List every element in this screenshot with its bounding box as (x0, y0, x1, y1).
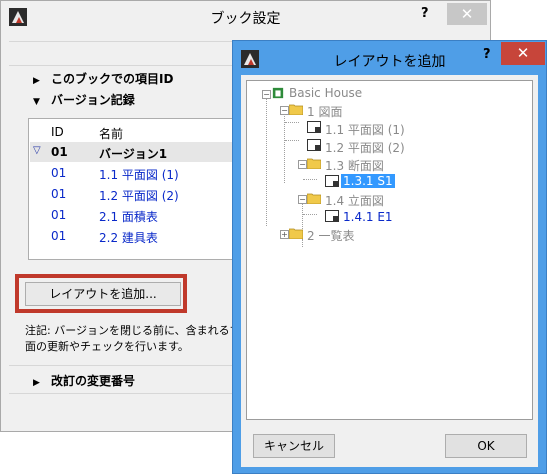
table-row-name[interactable]: 2.1 面積表 (99, 208, 158, 225)
tree-connector (285, 122, 299, 123)
ok-button[interactable]: OK (445, 434, 527, 458)
group-row-id: 01 (51, 145, 68, 159)
layout-icon (325, 210, 339, 222)
section-item-id[interactable]: ▶ このブックでの項目ID (33, 70, 173, 87)
tree-connector (285, 140, 299, 141)
column-header-id[interactable]: ID (51, 125, 64, 139)
note-text: 面の更新やチェックを行います。 (25, 340, 189, 353)
tree-connector (303, 214, 317, 215)
folder-icon (307, 158, 321, 169)
table-row-id: 01 (51, 187, 67, 201)
folder-icon (307, 193, 321, 204)
table-row-name[interactable]: 1.1 平面図 (1) (99, 166, 179, 183)
tree-connector (302, 239, 303, 247)
tree-node-layout[interactable]: 1.2 平面図 (2) (325, 139, 405, 156)
group-collapse-icon[interactable]: ▽ (33, 145, 41, 156)
highlight-box (15, 274, 187, 313)
layout-icon (325, 175, 339, 187)
window-title: ブック設定 (210, 11, 281, 27)
table-row-name[interactable]: 2.2 建具表 (99, 229, 158, 246)
section-version-history[interactable]: ▼ バージョン記録 (33, 91, 135, 108)
expand-toggle-icon[interactable]: + (280, 230, 289, 239)
tree-node-folder[interactable]: 1.4 立面図 (325, 192, 384, 209)
table-row-id: 01 (51, 229, 67, 243)
tree-node-root[interactable]: Basic House (289, 86, 362, 100)
collapse-toggle-icon[interactable]: − (298, 160, 307, 169)
help-button[interactable]: ? (421, 6, 429, 21)
expand-arrow-icon: ▶ (33, 76, 40, 86)
dialog-body: − Basic House − 1 図面 1.1 平面図 (1) 1.2 平面図… (241, 75, 538, 467)
help-button[interactable]: ? (483, 47, 491, 62)
folder-icon (289, 104, 303, 115)
tree-node-folder[interactable]: 1 図面 (307, 103, 342, 120)
add-layout-dialog: レイアウトを追加 ? ✕ − Basic House − 1 図面 1.1 平面… (232, 40, 547, 474)
dialog-title: レイアウトを追加 (333, 54, 446, 70)
layout-tree: − Basic House − 1 図面 1.1 平面図 (1) 1.2 平面図… (246, 80, 533, 420)
folder-icon (289, 228, 303, 239)
tree-node-layout[interactable]: 1.4.1 E1 (343, 210, 393, 224)
collapse-arrow-icon: ▼ (33, 97, 40, 107)
layout-icon (307, 139, 321, 151)
close-button[interactable]: ✕ (447, 3, 487, 25)
collapse-toggle-icon[interactable]: − (280, 106, 289, 115)
tree-node-layout[interactable]: 1.1 平面図 (1) (325, 121, 405, 138)
collapse-toggle-icon[interactable]: − (262, 90, 271, 99)
tree-connector (266, 99, 267, 226)
collapse-toggle-icon[interactable]: − (298, 195, 307, 204)
table-row-name[interactable]: 1.2 平面図 (2) (99, 187, 179, 204)
tree-connector (303, 179, 317, 180)
table-row-id: 01 (51, 208, 67, 222)
close-button[interactable]: ✕ (501, 42, 545, 65)
table-row-id: 01 (51, 166, 67, 180)
tree-node-folder[interactable]: 2 一覧表 (307, 227, 354, 244)
column-header-name[interactable]: 名前 (99, 125, 123, 142)
cancel-button[interactable]: キャンセル (253, 434, 335, 458)
layout-icon (307, 121, 321, 133)
tree-node-folder[interactable]: 1.3 断面図 (325, 157, 384, 174)
expand-arrow-icon: ▶ (33, 378, 40, 388)
book-icon (272, 87, 284, 99)
group-row-name: バージョン1 (99, 147, 168, 161)
section-revision-number[interactable]: ▶ 改訂の変更番号 (33, 372, 135, 389)
tree-node-layout-selected[interactable]: 1.3.1 S1 (341, 174, 395, 188)
